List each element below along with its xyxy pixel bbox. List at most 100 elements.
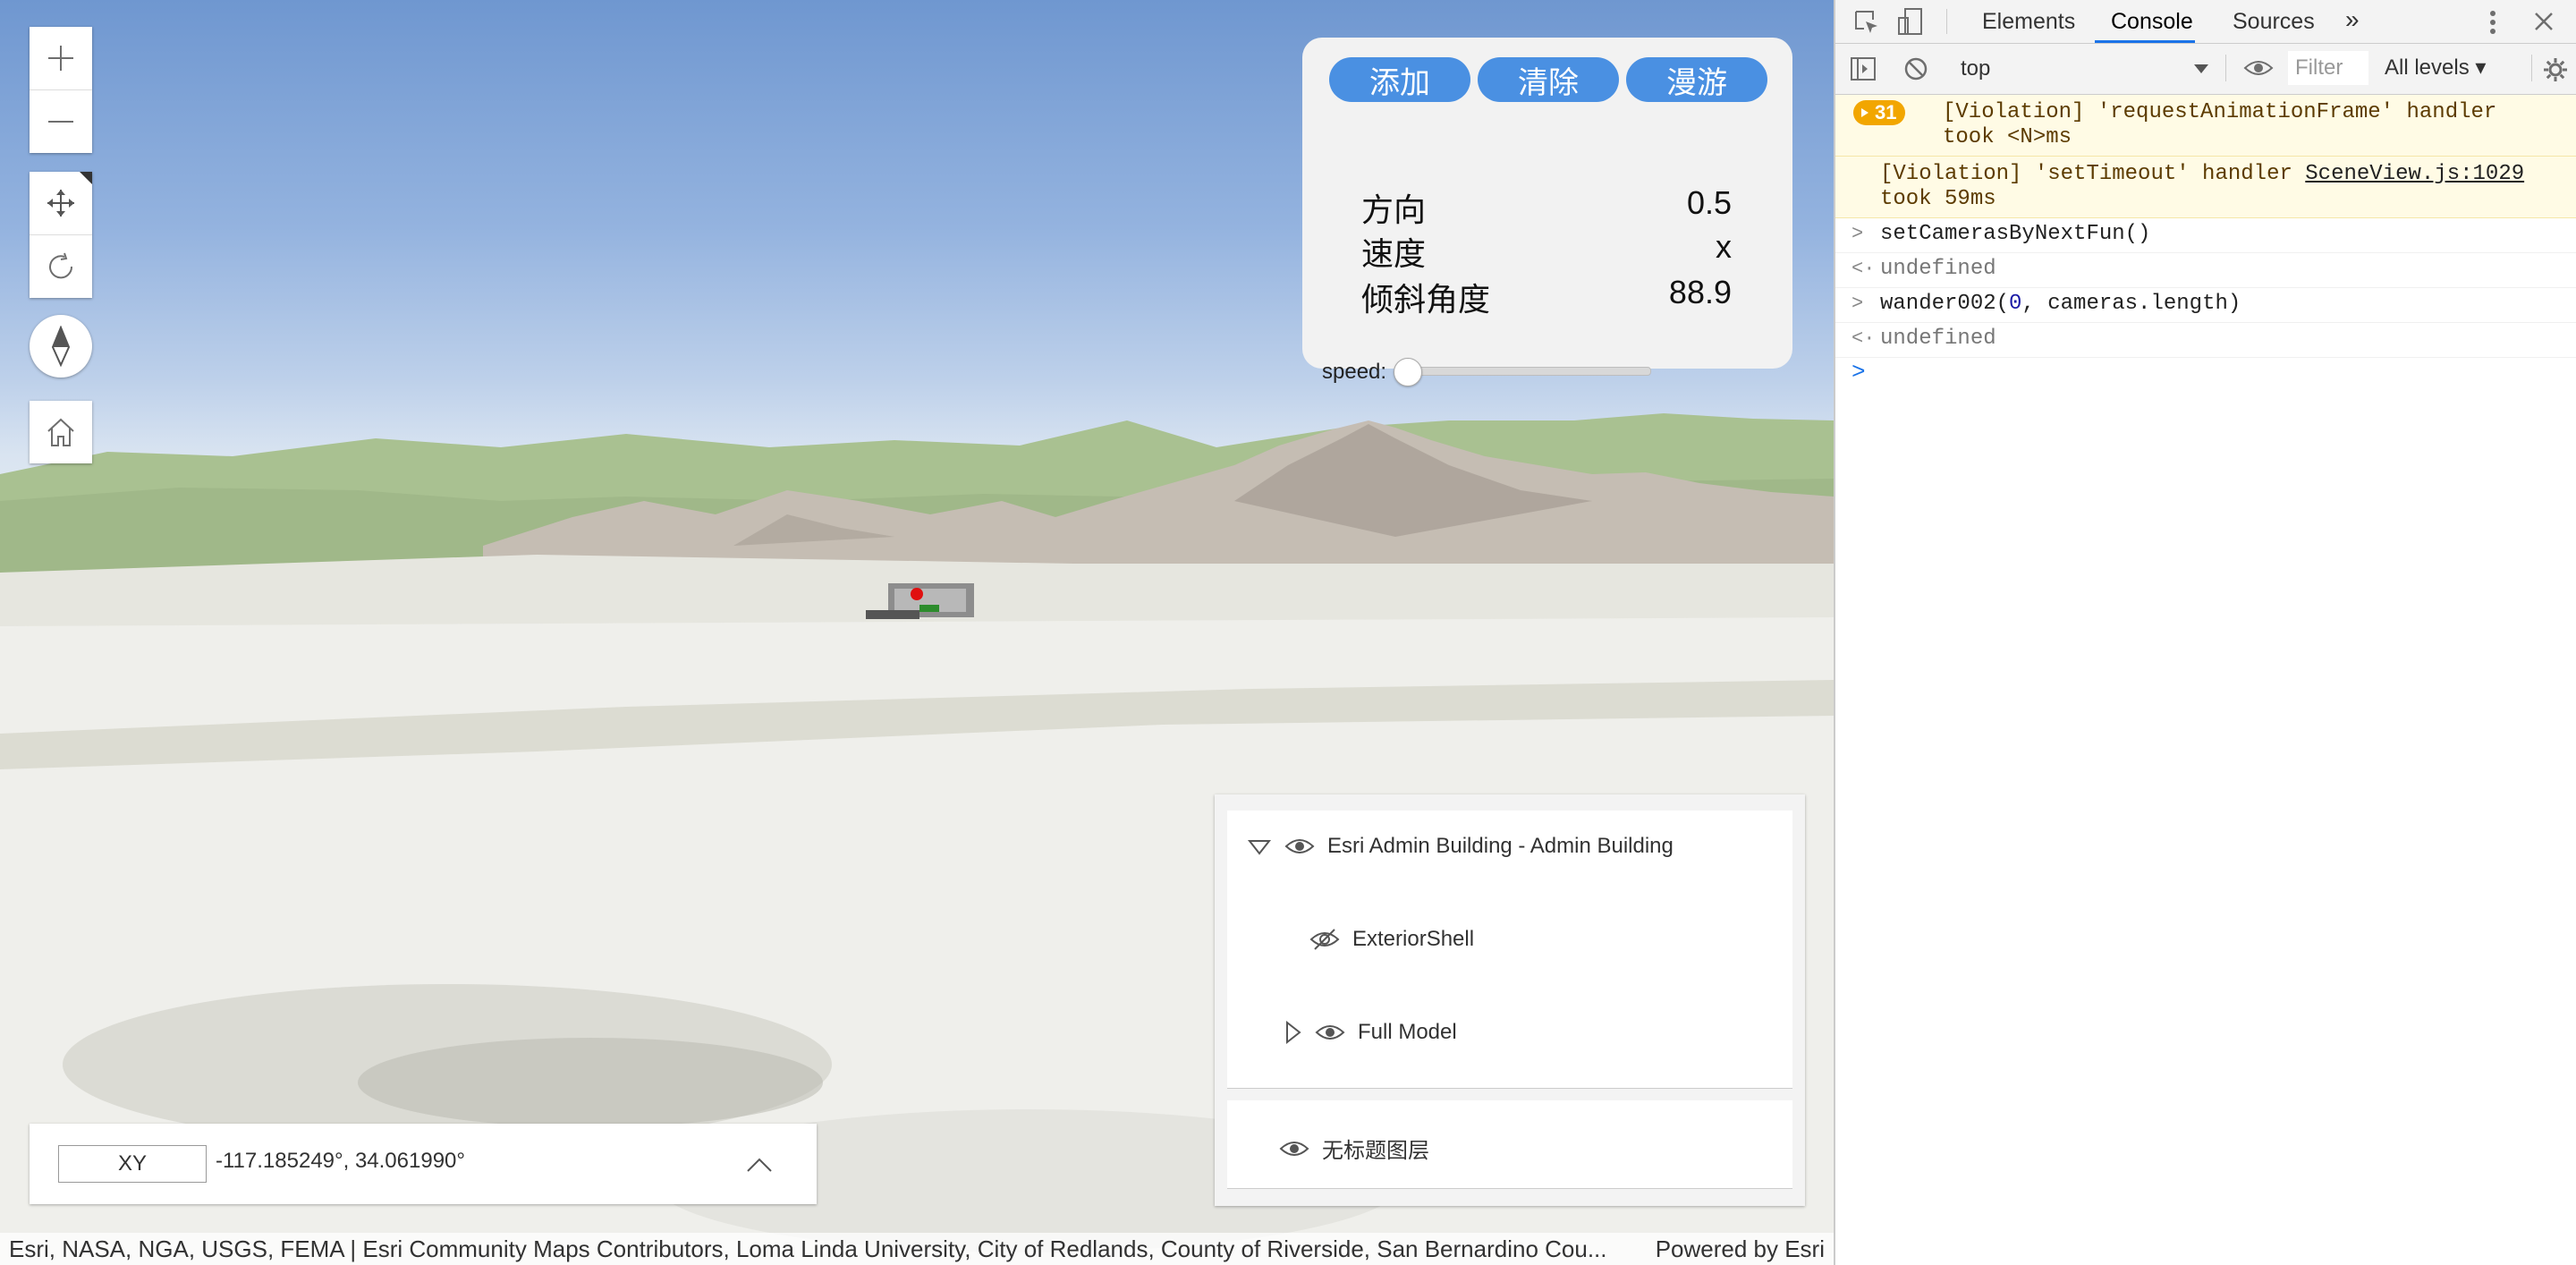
layer-item-untitled-label: 无标题图层 xyxy=(1322,1139,1429,1163)
timeout-warning-line2: took 59ms xyxy=(1880,187,1996,211)
attribution-text[interactable]: Esri, NASA, NGA, USGS, FEMA | Esri Commu… xyxy=(9,1235,1607,1263)
add-button[interactable]: 添加 xyxy=(1329,57,1470,102)
minus-icon xyxy=(48,121,73,123)
log-levels-select[interactable]: All levels ▾ xyxy=(2385,55,2486,81)
layer-item-full-model-label: Full Model xyxy=(1358,1020,1457,1044)
roam-button[interactable]: 漫游 xyxy=(1626,57,1767,102)
layer-item-exteriorshell[interactable]: ExteriorShell xyxy=(1309,927,1474,952)
eye-icon[interactable] xyxy=(1284,836,1315,856)
console-output[interactable]: 31 [Violation] 'requestAnimationFrame' h… xyxy=(1835,95,2576,392)
direction-label: 方向 xyxy=(1361,191,1427,228)
tilt-row: 倾斜角度 88.9 xyxy=(1361,274,1732,320)
toolbar-divider-2 xyxy=(2531,55,2532,81)
filter-input[interactable]: Filter xyxy=(2288,51,2368,85)
home-button[interactable] xyxy=(30,401,92,463)
direction-row: 方向 0.5 xyxy=(1361,184,1732,231)
expand-button[interactable] xyxy=(741,1147,777,1183)
home-icon xyxy=(47,418,74,446)
timeout-warning-line1: [Violation] 'setTimeout' handler SceneVi… xyxy=(1880,162,2525,186)
console-result-2[interactable]: <· undefined xyxy=(1835,323,2576,358)
context-select[interactable]: top xyxy=(1961,51,2209,87)
zoom-out-button[interactable] xyxy=(30,89,92,153)
expand-triangle-icon xyxy=(1861,108,1868,117)
speed-row-value: x xyxy=(1716,228,1732,265)
scene-view[interactable]: 添加 清除 漫游 方向 0.5 速度 x 倾斜角度 88.9 speed: Es… xyxy=(0,0,1834,1265)
eye-slash-icon[interactable] xyxy=(1309,928,1340,951)
source-link[interactable]: SceneView.js:1029 xyxy=(2305,162,2524,186)
eye-icon[interactable] xyxy=(1279,1139,1309,1159)
layer-item-exteriorshell-label: ExteriorShell xyxy=(1352,927,1475,951)
close-icon[interactable] xyxy=(2533,11,2555,32)
rotate-button[interactable] xyxy=(30,234,92,298)
context-value: top xyxy=(1961,56,1991,81)
navigation-toggle xyxy=(30,172,92,298)
eye-icon[interactable] xyxy=(1315,1023,1345,1042)
compass-button[interactable] xyxy=(30,315,92,378)
console-toolbar: top Filter All levels ▾ xyxy=(1835,44,2576,95)
tab-divider xyxy=(1946,9,1947,34)
layer-card-admin-building: Esri Admin Building - Admin Building Ext… xyxy=(1227,811,1792,1089)
sidebar-toggle-icon[interactable] xyxy=(1850,56,1877,81)
coordinate-value: -117.185249°, 34.061990° xyxy=(216,1149,465,1173)
settings-gear-icon[interactable] xyxy=(2542,56,2569,83)
tilt-value: 88.9 xyxy=(1668,274,1732,310)
active-tab-indicator xyxy=(2095,40,2195,43)
tab-elements[interactable]: Elements xyxy=(1982,9,2075,35)
corner-indicator xyxy=(80,172,92,184)
compass-icon xyxy=(51,326,71,367)
live-expression-eye-icon[interactable] xyxy=(2243,58,2274,78)
layer-group-admin-building[interactable]: Esri Admin Building - Admin Building xyxy=(1247,834,1674,859)
speed-slider-thumb[interactable] xyxy=(1394,358,1422,386)
speed-row-label: 速度 xyxy=(1361,235,1427,272)
warning-text-line2: took <N>ms xyxy=(1943,125,2072,149)
input-chevron-icon: > xyxy=(1852,293,1864,315)
layer-item-full-model[interactable]: Full Model xyxy=(1283,1020,1457,1045)
devtools-panel: Elements Console Sources » top Filter Al… xyxy=(1834,0,2576,1265)
pan-button[interactable] xyxy=(30,172,92,234)
tab-console[interactable]: Console xyxy=(2111,9,2193,35)
dropdown-arrow-icon xyxy=(2194,64,2208,73)
rotate-icon xyxy=(49,252,73,279)
zoom-in-button[interactable] xyxy=(30,27,92,89)
console-warning-raf[interactable]: 31 [Violation] 'requestAnimationFrame' h… xyxy=(1835,95,2576,157)
move-icon xyxy=(47,190,74,216)
speed-slider-track[interactable] xyxy=(1399,367,1651,376)
console-prompt[interactable]: > xyxy=(1835,358,2576,392)
clear-button[interactable]: 清除 xyxy=(1478,57,1619,102)
layer-card-untitled: 无标题图层 xyxy=(1227,1100,1792,1189)
zoom-controls xyxy=(30,27,92,153)
clear-console-icon[interactable] xyxy=(1903,56,1928,81)
devtools-tab-bar: Elements Console Sources » xyxy=(1835,0,2576,44)
expand-triangle-icon[interactable] xyxy=(1283,1020,1302,1045)
kebab-menu-icon[interactable] xyxy=(2488,9,2497,36)
warning-text-line1: [Violation] 'requestAnimationFrame' hand… xyxy=(1943,100,2497,124)
chevron-up-icon xyxy=(747,1158,772,1172)
inspect-element-icon[interactable] xyxy=(1853,9,1880,36)
home-control xyxy=(30,401,92,463)
collapse-triangle-icon[interactable] xyxy=(1247,836,1272,856)
repeat-count-badge: 31 xyxy=(1853,100,1906,125)
layer-item-untitled[interactable]: 无标题图层 xyxy=(1279,1133,1429,1164)
direction-value: 0.5 xyxy=(1686,184,1732,221)
result-arrow-icon: <· xyxy=(1852,258,1876,280)
coordinate-format-select[interactable]: XY xyxy=(58,1145,207,1183)
powered-by-esri[interactable]: Powered by Esri xyxy=(1656,1235,1825,1263)
console-input-2[interactable]: > wander002(0, cameras.length) xyxy=(1835,288,2576,323)
tilt-label: 倾斜角度 xyxy=(1361,281,1491,318)
tab-sources[interactable]: Sources xyxy=(2233,9,2315,35)
speed-slider-label: speed: xyxy=(1322,360,1387,384)
tool-panel: 添加 清除 漫游 方向 0.5 速度 x 倾斜角度 88.9 speed: xyxy=(1302,38,1792,386)
console-input-1[interactable]: > setCamerasByNextFun() xyxy=(1835,218,2576,253)
layer-group-title: Esri Admin Building - Admin Building xyxy=(1327,834,1674,858)
speed-row: 速度 x xyxy=(1361,228,1732,275)
plus-icon xyxy=(48,46,73,71)
input-chevron-icon: > xyxy=(1852,223,1864,245)
console-warning-timeout[interactable]: [Violation] 'setTimeout' handler SceneVi… xyxy=(1835,157,2576,218)
more-tabs-button[interactable]: » xyxy=(2345,5,2360,34)
console-result-1[interactable]: <· undefined xyxy=(1835,253,2576,288)
prompt-chevron-icon: > xyxy=(1852,359,1866,386)
attribution-bar: Esri, NASA, NGA, USGS, FEMA | Esri Commu… xyxy=(0,1233,1834,1265)
layer-list: Esri Admin Building - Admin Building Ext… xyxy=(1215,794,1805,1206)
device-toolbar-icon[interactable] xyxy=(1896,7,1925,36)
coordinate-widget: XY -117.185249°, 34.061990° xyxy=(30,1124,817,1204)
